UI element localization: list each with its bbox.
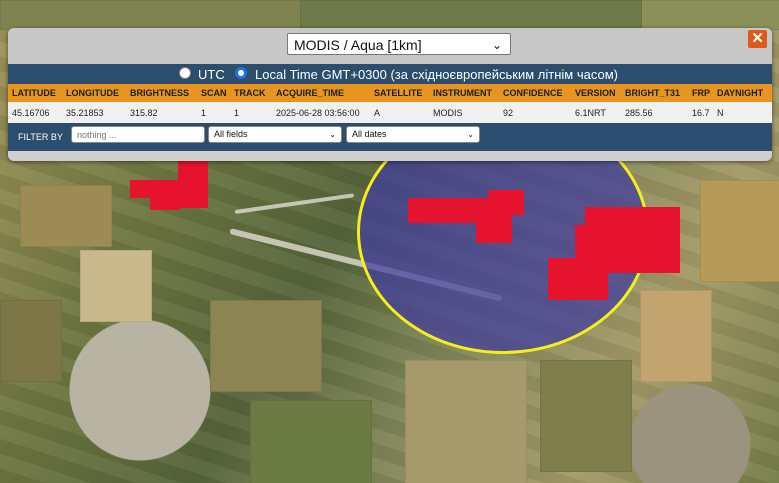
table-cell: 45.16706 xyxy=(12,108,50,118)
fire-hotspot[interactable] xyxy=(575,225,605,260)
map-field xyxy=(640,290,712,382)
column-header[interactable]: SCAN xyxy=(201,88,227,98)
fire-hotspot[interactable] xyxy=(178,160,208,208)
table-cell: 35.21853 xyxy=(66,108,104,118)
column-header[interactable]: LATITUDE xyxy=(12,88,56,98)
column-header[interactable]: FRP xyxy=(692,88,710,98)
map-field xyxy=(210,300,322,392)
close-button[interactable]: ✕ xyxy=(748,30,767,48)
column-header[interactable]: TRACK xyxy=(234,88,266,98)
table-cell: 2025-06-28 03:56:00 xyxy=(276,108,360,118)
filter-label: FILTER BY xyxy=(18,132,63,142)
column-header[interactable]: CONFIDENCE xyxy=(503,88,563,98)
column-header[interactable]: SATELLITE xyxy=(374,88,422,98)
table-cell: 1 xyxy=(234,108,240,118)
table-cell: 6.1NRT xyxy=(575,108,606,118)
map-field xyxy=(640,0,779,30)
fire-hotspot[interactable] xyxy=(488,190,524,215)
filter-dates-value: All dates xyxy=(352,129,387,139)
map-field xyxy=(0,0,302,30)
time-mode-bar: UTC Local Time GMT+0300 (за східноєвропе… xyxy=(8,64,772,84)
satellite-source-value: MODIS / Aqua [1km] xyxy=(294,37,422,53)
utc-radio[interactable] xyxy=(179,67,191,79)
map-field xyxy=(20,185,112,247)
table-cell: 315.82 xyxy=(130,108,158,118)
table-cell: A xyxy=(374,108,381,118)
column-header[interactable]: BRIGHTNESS xyxy=(130,88,189,98)
panel-header: MODIS / Aqua [1km] ⌄ ✕ xyxy=(8,28,772,64)
table-row[interactable]: 45.16706 35.21853 315.82 1 1 2025-06-28 … xyxy=(8,102,772,123)
table-cell: N xyxy=(717,108,724,118)
fire-hotspot[interactable] xyxy=(548,258,608,300)
local-time-label[interactable]: Local Time GMT+0300 (за східноєвропейськ… xyxy=(255,67,618,82)
map-field xyxy=(0,300,62,382)
local-time-radio[interactable] xyxy=(235,67,247,79)
table-header: LATITUDE LONGITUDE BRIGHTNESS SCAN TRACK… xyxy=(8,84,772,102)
column-header[interactable]: BRIGHT_T31 xyxy=(625,88,680,98)
map-field xyxy=(80,250,152,322)
filter-fields-select[interactable]: All fields ⌄ xyxy=(208,126,342,143)
column-header[interactable]: DAYNIGHT xyxy=(717,88,763,98)
map-field xyxy=(540,360,632,472)
map-field xyxy=(250,400,372,483)
table-cell: 285.56 xyxy=(625,108,653,118)
table-cell: MODIS xyxy=(433,108,463,118)
utc-label[interactable]: UTC xyxy=(198,67,225,82)
fire-hotspot[interactable] xyxy=(476,215,512,243)
chevron-down-icon: ⌄ xyxy=(491,38,502,52)
chevron-down-icon: ⌄ xyxy=(467,130,474,139)
column-header[interactable]: ACQUIRE_TIME xyxy=(276,88,344,98)
map-field xyxy=(405,360,527,483)
filter-fields-value: All fields xyxy=(214,129,248,139)
table-cell: 1 xyxy=(201,108,207,118)
column-header[interactable]: INSTRUMENT xyxy=(433,88,492,98)
map-field xyxy=(700,180,779,282)
chevron-down-icon: ⌄ xyxy=(329,130,336,139)
map-field xyxy=(300,0,642,30)
filter-dates-select[interactable]: All dates ⌄ xyxy=(346,126,480,143)
filter-bar: FILTER BY All fields ⌄ All dates ⌄ xyxy=(8,123,772,151)
column-header[interactable]: LONGITUDE xyxy=(66,88,119,98)
taxiway xyxy=(234,193,355,214)
fire-hotspot[interactable] xyxy=(150,196,180,210)
column-header[interactable]: VERSION xyxy=(575,88,616,98)
table-cell: 92 xyxy=(503,108,514,118)
table-cell: 16.7 xyxy=(692,108,710,118)
filter-text-input[interactable] xyxy=(71,126,205,143)
fire-info-panel: MODIS / Aqua [1km] ⌄ ✕ UTC Local Time GM… xyxy=(8,28,772,161)
satellite-source-select[interactable]: MODIS / Aqua [1km] ⌄ xyxy=(287,33,511,55)
